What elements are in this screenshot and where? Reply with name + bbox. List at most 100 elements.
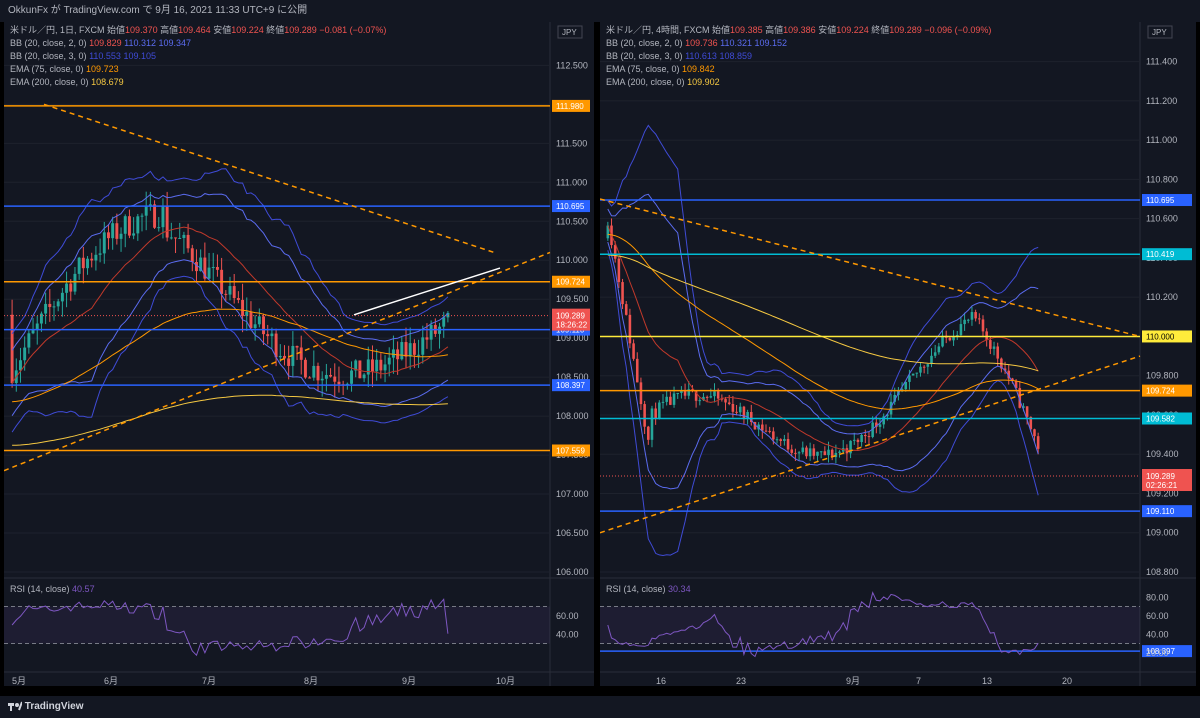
candle-body (775, 439, 779, 441)
candle-body (111, 223, 115, 239)
candle-body (90, 258, 94, 261)
candle-body (308, 377, 312, 379)
candle-body (827, 449, 830, 456)
candle-body (735, 411, 738, 413)
ema200-legend: EMA (200, close, 0) 109.902 (606, 77, 720, 87)
candle-body (926, 364, 930, 367)
candle-body (628, 314, 632, 344)
candle-body (387, 357, 391, 365)
rsi-tick-label: 60.00 (1146, 611, 1169, 621)
4h-legend: 米ドル／円, 4時間, FXCM 始値109.385 高値109.386 安値1… (606, 25, 992, 87)
candle-body (412, 343, 416, 355)
candle-body (278, 355, 282, 358)
candle-body (262, 316, 265, 335)
time-tick-label: 9月 (846, 676, 860, 686)
candle-body (768, 430, 771, 432)
level-label: 111.980 (556, 102, 584, 111)
countdown-label: 02:26:21 (1146, 481, 1178, 490)
rsi-band (600, 606, 1140, 644)
price-tick-label: 108.000 (556, 411, 589, 421)
candle-body (878, 424, 882, 427)
daily-legend: 米ドル／円, 1日, FXCM 始値109.370 高値109.464 安値10… (10, 25, 387, 87)
ema75-legend: EMA (75, close, 0) 109.723 (10, 64, 119, 74)
candle-body (44, 303, 48, 314)
candle-body (966, 319, 970, 321)
candle-body (404, 342, 408, 357)
candle-body (295, 345, 299, 348)
candle-body (287, 358, 291, 366)
candle-body (73, 273, 77, 292)
candle-body (115, 223, 119, 239)
candle-body (52, 306, 56, 308)
candle-body (819, 451, 823, 453)
candle-body (211, 267, 215, 269)
candle-body (661, 401, 665, 403)
level-label: 110.695 (556, 202, 585, 211)
candle-body (713, 391, 716, 397)
price-tick-label: 106.500 (556, 528, 589, 538)
candle-body (371, 359, 374, 372)
candle-body (738, 406, 742, 413)
price-tick-label: 108.800 (1146, 567, 1179, 577)
level-label: 107.559 (556, 446, 585, 455)
publish-text: OkkunFx が TradingView.com で 9月 16, 2021 … (8, 5, 308, 16)
countdown-label: 18:26:22 (556, 321, 588, 330)
candle-body (312, 365, 316, 378)
candle-body (324, 374, 328, 379)
price-tick-label: 111.000 (556, 177, 587, 187)
candle-body (94, 254, 98, 261)
candle-body (153, 204, 157, 228)
candle-body (182, 234, 186, 239)
candle-body (391, 349, 395, 358)
candle-body (908, 375, 911, 382)
level-label: 109.582 (1146, 414, 1175, 423)
candle-body (224, 293, 228, 295)
symbol-title: 米ドル／円, 4時間, FXCM (606, 25, 710, 35)
candle-body (933, 352, 937, 356)
candle-body (190, 248, 194, 262)
price-tick-label: 109.400 (1146, 449, 1179, 459)
level-label: 108.397 (556, 381, 585, 390)
candle-body (669, 396, 672, 405)
level-label: 109.724 (556, 278, 585, 287)
candle-body (358, 360, 362, 379)
bb3-upper (607, 124, 1039, 427)
candle-body (174, 237, 177, 239)
candle-body (228, 286, 232, 295)
candle-body (823, 451, 827, 456)
candle-body (978, 318, 981, 320)
candle-body (672, 393, 676, 405)
candle-body (69, 283, 73, 292)
daily-chart-panel[interactable]: 112.500112.000111.500111.000110.500110.0… (3, 22, 594, 686)
candle-body (867, 436, 871, 438)
candle-body (56, 301, 60, 307)
footer: TradingView (0, 696, 1200, 718)
candle-body (1025, 406, 1029, 417)
candle-body (852, 439, 856, 441)
candle-body (140, 215, 144, 217)
candle-body (801, 447, 805, 453)
publish-header: OkkunFx が TradingView.com で 9月 16, 2021 … (0, 0, 1200, 22)
candle-body (911, 373, 915, 376)
price-tick-label: 112.500 (556, 60, 588, 70)
candle-body (816, 451, 819, 456)
candle-body (236, 298, 240, 300)
candle-body (794, 452, 797, 454)
candle-body (379, 359, 383, 371)
candle-body (316, 365, 320, 381)
4h-chart-panel[interactable]: 111.400 111.200 111.000 110.800 110.600 110.4… (599, 22, 1196, 686)
level-label: 110.419 (1146, 250, 1175, 259)
candle-body (186, 234, 190, 249)
candle-body (161, 206, 165, 228)
trend-line (599, 198, 1141, 338)
candle-body (621, 282, 624, 305)
rsi-legend: RSI (14, close) 40.57 (10, 584, 95, 594)
candle-body (366, 359, 370, 375)
candle-body (98, 253, 102, 255)
price-tick-label: 110.600 (1146, 214, 1178, 224)
candle-body (337, 381, 341, 385)
price-tick-label: 111.200 (1146, 96, 1177, 106)
candle-body (970, 312, 974, 320)
time-tick-label: 16 (656, 676, 666, 686)
time-tick-label: 10月 (496, 676, 515, 686)
